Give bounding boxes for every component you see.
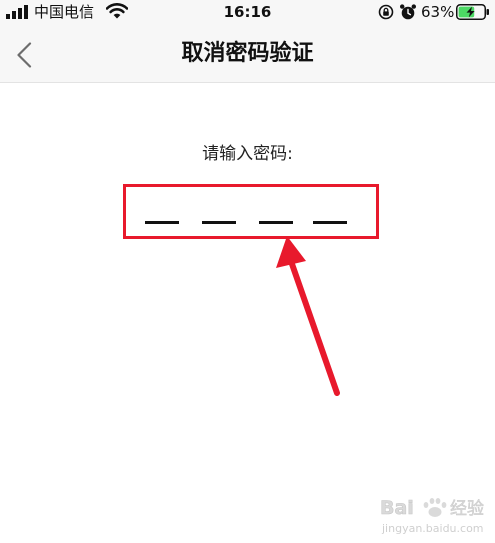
alarm-icon <box>400 4 416 20</box>
svg-text:经验: 经验 <box>450 499 484 519</box>
svg-text:Bai: Bai <box>380 497 414 519</box>
battery-percent: 63% <box>421 3 455 21</box>
status-bar: 中国电信 16:16 63% <box>0 0 495 26</box>
baidu-paw-logo-icon: Bai 经验 jingyan.baidu.com <box>380 497 485 535</box>
passcode-digit-slot <box>145 221 179 224</box>
navigation-bar: 取消密码验证 <box>0 26 495 83</box>
battery-charging-icon <box>456 4 489 20</box>
passcode-digit-slot <box>313 221 347 224</box>
passcode-digit-slot <box>202 221 236 224</box>
page-title: 取消密码验证 <box>181 41 314 66</box>
arrow-annotation <box>276 236 340 396</box>
rotation-lock-icon <box>378 4 394 20</box>
passcode-digit-slot <box>259 221 293 224</box>
passcode-prompt: 请输入密码: <box>202 144 293 164</box>
baidu-jingyan-watermark: Bai 经验 jingyan.baidu.com <box>378 488 490 538</box>
svg-text:jingyan.baidu.com: jingyan.baidu.com <box>381 522 484 535</box>
